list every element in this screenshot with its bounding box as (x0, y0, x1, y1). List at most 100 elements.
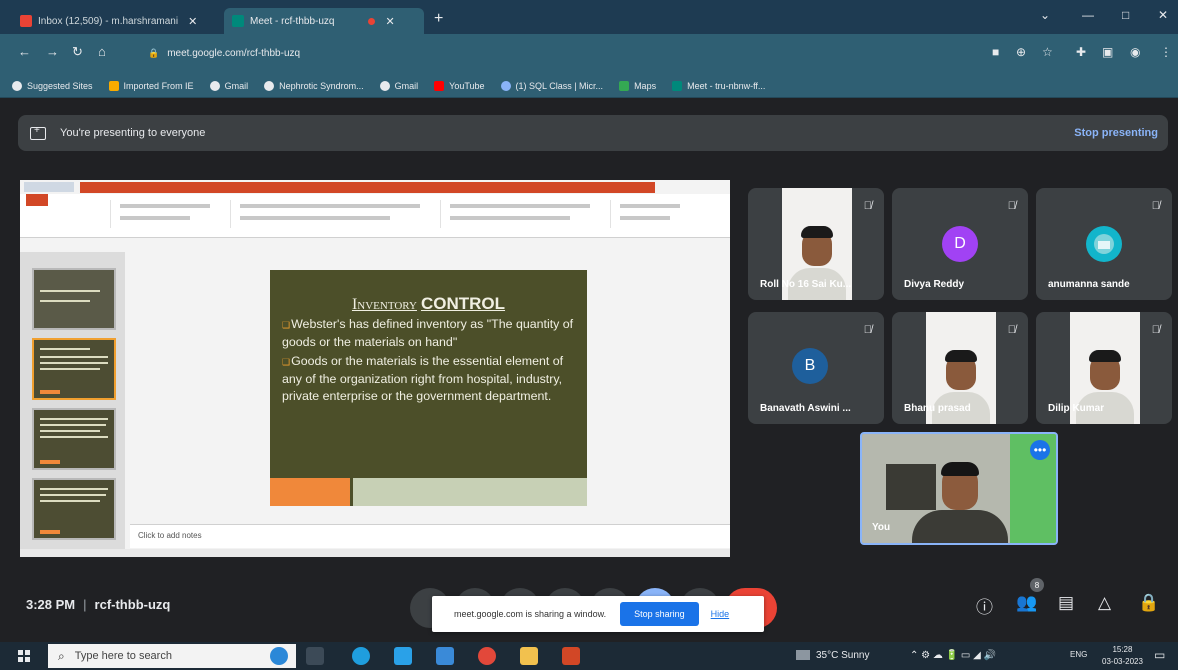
back-icon[interactable]: ← (18, 44, 31, 59)
participant-name: Divya Reddy (904, 279, 965, 290)
bookmark-star-icon[interactable]: ☆ (1042, 45, 1053, 59)
stop-sharing-button[interactable]: Stop sharing (620, 602, 699, 626)
participant-count-badge: 8 (1030, 578, 1044, 592)
quick-access-toolbar (24, 182, 74, 192)
participant-tile[interactable]: 🎙̸ anumanna sande (1036, 188, 1172, 300)
maximize-icon[interactable]: □ (1122, 8, 1129, 22)
participant-tile[interactable]: 🎙̸ Bhanu prasad (892, 312, 1028, 424)
participant-tile[interactable]: 🎙̸ Dilip Kumar (1036, 312, 1172, 424)
powerpoint-icon[interactable] (562, 647, 580, 665)
more-options-icon[interactable]: ••• (1030, 440, 1050, 460)
avatar: B (792, 348, 828, 384)
participant-name: Banavath Aswini ... (760, 403, 851, 414)
bookmark-item[interactable]: Imported From IE (108, 80, 194, 91)
slide-thumbnail[interactable] (32, 338, 116, 400)
bookmark-item[interactable]: YouTube (434, 80, 485, 91)
host-controls-icon[interactable]: 🔒 (1138, 593, 1159, 613)
new-tab-button[interactable]: + (434, 10, 443, 28)
file-explorer-icon[interactable] (520, 647, 538, 665)
sharing-text: meet.google.com is sharing a window. (454, 609, 607, 619)
globe-icon (264, 80, 275, 91)
bookmark-item[interactable]: Gmail (209, 80, 248, 91)
people-icon[interactable]: 👥 (1016, 593, 1037, 613)
slide-thumbnail[interactable] (32, 478, 116, 540)
participant-tile[interactable]: 🎙̸ Roll No 16 Sai Ku... (748, 188, 884, 300)
language-indicator[interactable]: ENG (1070, 650, 1087, 659)
tab-gmail[interactable]: Inbox (12,509) - m.harshramani ✕ (12, 8, 222, 34)
close-tab-icon[interactable]: ✕ (385, 15, 394, 28)
close-window-icon[interactable]: ✕ (1158, 8, 1168, 22)
chrome-icon[interactable] (478, 647, 496, 665)
profile-icon[interactable]: ◉ (1130, 45, 1140, 59)
extensions-icon[interactable]: ✚ (1076, 45, 1086, 59)
tab-label: Meet - rcf-thbb-uzq (250, 15, 335, 27)
slide-thumbnail[interactable] (32, 408, 116, 470)
url-text: meet.google.com/rcf-thbb-uzq (167, 47, 301, 59)
lock-icon: 🔒 (148, 47, 160, 58)
bookmark-item[interactable]: Suggested Sites (12, 80, 93, 91)
notes-pane[interactable]: Click to add notes (130, 524, 730, 548)
hide-sharing-bar-link[interactable]: Hide (711, 609, 730, 619)
google-icon (379, 80, 390, 91)
meeting-code: rcf-thbb-uzq (94, 597, 171, 612)
self-view-tile[interactable]: ••• You (860, 432, 1058, 545)
participant-tile[interactable]: D 🎙̸ Divya Reddy (892, 188, 1028, 300)
system-tray-icons[interactable]: ⌃ ⚙ ☁ 🔋 ▭ ◢ 🔊 (910, 650, 996, 661)
notifications-icon[interactable]: ▭ (1154, 648, 1165, 662)
bookmark-item[interactable]: Maps (619, 80, 656, 91)
gmail-icon (20, 15, 32, 27)
address-bar[interactable]: 🔒 meet.google.com/rcf-thbb-uzq (138, 40, 958, 66)
mic-off-icon: 🎙̸ (1151, 324, 1160, 336)
forward-icon[interactable]: → (46, 44, 59, 59)
bookmark-item[interactable]: Meet - tru-nbnw-ff... (672, 80, 765, 91)
store-icon[interactable] (394, 647, 412, 665)
activities-icon[interactable]: △ (1098, 593, 1111, 613)
close-tab-icon[interactable]: ✕ (188, 15, 197, 28)
zoom-icon[interactable]: ⊕ (1016, 45, 1026, 59)
weather-widget[interactable]: 35°C Sunny (796, 650, 869, 661)
meeting-time: 3:28 PM (26, 597, 76, 612)
google-icon (209, 80, 220, 91)
presented-screen: Inventory CONTROL ❑Webster's has defined… (20, 180, 730, 557)
recording-dot-icon (368, 17, 376, 25)
task-view-icon[interactable] (306, 647, 324, 665)
minimize-icon[interactable]: — (1082, 8, 1094, 22)
mic-off-icon: 🎙̸ (1007, 200, 1016, 212)
chat-icon[interactable]: ▤ (1058, 593, 1074, 613)
slide-footer-accent (270, 478, 350, 506)
menu-icon[interactable]: ⋮ (1160, 45, 1172, 59)
bullet-icon: ❑ (282, 357, 291, 367)
mic-off-icon: 🎙̸ (1151, 200, 1160, 212)
taskbar-search-input[interactable]: ⌕ Type here to search (48, 644, 296, 668)
slide-body: ❑Webster's has defined inventory as "The… (282, 316, 582, 407)
reload-icon[interactable]: ↻ (72, 44, 83, 60)
mic-off-icon: 🎙̸ (863, 200, 872, 212)
taskbar-clock[interactable]: 15:28 03-03-2023 (1102, 644, 1143, 668)
home-icon[interactable]: ⌂ (98, 44, 106, 59)
self-name: You (872, 522, 891, 533)
participant-name: anumanna sande (1048, 279, 1130, 290)
meet-icon (672, 80, 683, 91)
weather-icon (796, 650, 810, 661)
slide-thumbnail[interactable] (32, 268, 116, 330)
bing-icon[interactable] (270, 647, 288, 665)
mail-icon[interactable] (436, 647, 454, 665)
bookmark-item[interactable]: Gmail (379, 80, 418, 91)
tab-meet[interactable]: Meet - rcf-thbb-uzq ✕ (224, 8, 424, 34)
presenting-text: You're presenting to everyone (60, 127, 206, 139)
tab-search-icon[interactable]: ⌄ (1040, 8, 1050, 22)
teams-icon (500, 80, 511, 91)
participant-tile[interactable]: B 🎙̸ Banavath Aswini ... (748, 312, 884, 424)
bookmarks-bar: Suggested Sites Imported From IE Gmail N… (0, 74, 1178, 98)
edge-icon[interactable] (352, 647, 370, 665)
browser-toolbar: ← → ↻ ⌂ 🔒 meet.google.com/rcf-thbb-uzq ■… (0, 34, 1178, 74)
sidepanel-icon[interactable]: ▣ (1102, 45, 1113, 59)
avatar (1086, 226, 1122, 262)
bookmark-item[interactable]: (1) SQL Class | Micr... (500, 80, 603, 91)
windows-start-icon[interactable] (18, 650, 30, 662)
bookmark-item[interactable]: Nephrotic Syndrom... (264, 80, 364, 91)
meeting-info: 3:28 PM | rcf-thbb-uzq (26, 597, 171, 612)
camera-indicator-icon[interactable]: ■ (992, 45, 999, 59)
info-icon[interactable]: ⓘ (976, 593, 993, 618)
stop-presenting-button[interactable]: Stop presenting (1074, 127, 1158, 139)
